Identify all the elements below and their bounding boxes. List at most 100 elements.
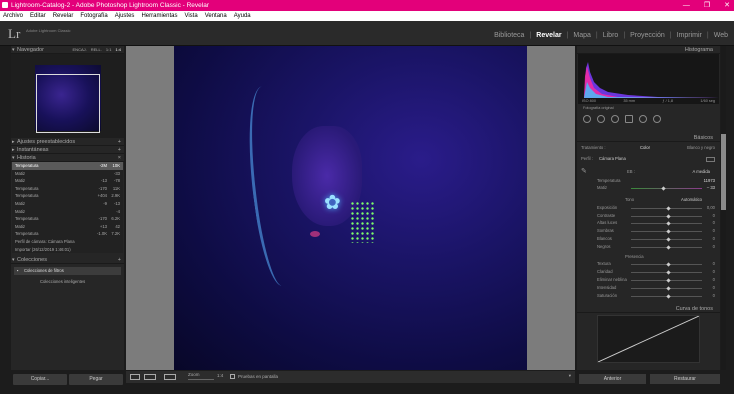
history-row[interactable]: Matiz -9 -13 [12,199,123,208]
maximize-button[interactable]: ❐ [704,0,710,11]
add-preset-icon[interactable]: + [118,138,121,146]
history-row[interactable]: Temperatura -170 6.2K [12,215,123,223]
wb-eyedropper-icon[interactable]: ✎ [581,168,587,175]
history-row[interactable]: Matiz -13 -78 [12,177,123,185]
clear-history-icon[interactable]: × [118,154,121,162]
history-row[interactable]: Matiz -4 [12,207,123,216]
adjustment-slider[interactable] [631,293,702,299]
tone-auto-button[interactable]: Automático [681,197,702,204]
wb-select[interactable]: A medida [693,169,710,176]
adjustment-value[interactable]: 0 [713,293,715,300]
adjustment-value[interactable]: 0 [713,213,715,220]
navigator-viewport-box[interactable] [36,74,100,133]
slider-knob[interactable] [665,206,671,211]
adjustment-value[interactable]: 0 [713,277,715,284]
snapshots-header[interactable]: ▸ Instantáneas + [11,146,124,154]
close-button[interactable]: ✕ [724,0,730,11]
before-after-icon[interactable] [144,374,156,380]
history-row[interactable]: Matiz -33 [12,169,123,178]
slider-knob[interactable] [665,213,671,219]
histogram-header[interactable]: Histograma [577,46,720,54]
zoom-fill[interactable]: RELL. [91,46,102,54]
tint-value[interactable]: – 33 [707,185,715,192]
tint-slider-knob[interactable] [661,186,666,191]
module-mapa[interactable]: Mapa [573,32,591,39]
add-snapshot-icon[interactable]: + [118,146,121,154]
adjustment-value[interactable]: 0 [713,236,715,243]
adjustment-slider[interactable] [631,286,702,291]
slider-knob[interactable] [665,262,671,267]
red-eye-icon[interactable] [611,115,619,123]
adjustment-brush-icon[interactable] [653,115,661,123]
reset-button[interactable]: Restaurar [650,374,720,384]
adjustment-value[interactable]: 0 [713,244,715,251]
slider-knob[interactable] [665,286,671,291]
tone-curve-graph[interactable] [597,315,700,364]
slider-knob[interactable] [665,229,671,234]
history-row[interactable]: Matiz +13 42 [12,222,123,231]
toolbar-menu-icon[interactable]: ▾ [569,373,571,379]
collection-smart[interactable]: Colecciones inteligentes [14,278,121,286]
spot-removal-icon[interactable] [597,115,605,123]
history-row[interactable]: Temperatura -170 11K [12,184,123,193]
adjustment-slider[interactable] [631,229,702,234]
temperature-value[interactable]: 11973 [704,178,715,185]
history-row[interactable]: Importar (26/12/2019 1:46:01) [12,245,123,254]
treatment-color[interactable]: Color [640,145,650,152]
presets-header[interactable]: ▸ Ajustes preestablecidos + [11,138,124,146]
slider-knob[interactable] [665,270,671,275]
navigator-preview[interactable] [11,54,124,138]
module-biblioteca[interactable]: Biblioteca [494,32,524,39]
history-row[interactable]: Temperatura +404 2.9K [12,192,123,200]
module-web[interactable]: Web [714,32,728,39]
slider-knob[interactable] [665,221,671,226]
module-proyeccion[interactable]: Proyección [630,32,665,39]
slider-knob[interactable] [665,278,671,283]
adjustment-slider[interactable] [631,237,702,242]
adjustment-slider[interactable] [631,213,702,219]
treatment-bw[interactable]: Blanco y negro [687,145,715,152]
slider-knob[interactable] [665,237,671,242]
adjustment-value[interactable]: 0 [713,285,715,292]
history-row[interactable]: Temperatura -1.0K 7.2K [12,230,123,238]
crop-tool-icon[interactable] [583,115,591,123]
history-header[interactable]: ▾ Historia × [11,154,124,162]
loupe-view-icon[interactable] [130,374,140,380]
adjustment-slider[interactable] [631,245,702,250]
paste-button[interactable]: Pegar [69,374,123,385]
menu-editar[interactable]: Editar [30,11,46,21]
adjustment-slider[interactable] [631,278,702,283]
menu-ventana[interactable]: Ventana [205,11,227,21]
tint-slider[interactable] [631,186,702,191]
history-row[interactable]: Temperatura -2M 10K [12,162,123,170]
adjustment-slider[interactable] [631,221,702,226]
menu-fotografia[interactable]: Fotografía [80,11,107,21]
adjustment-slider[interactable] [631,206,702,211]
radial-filter-icon[interactable] [639,115,647,123]
right-panel-scrollbar[interactable] [721,46,726,370]
module-libro[interactable]: Libro [603,32,619,39]
menu-archivo[interactable]: Archivo [3,11,23,21]
collections-header[interactable]: ▾ Colecciones + [11,256,124,265]
before-after-swap-icon[interactable] [164,374,176,380]
navigator-header[interactable]: ▾ Navegador ENCAJ. RELL. 1:1 1:4 [11,46,124,54]
menu-herramientas[interactable]: Herramientas [141,11,177,21]
photo[interactable]: ✿ [174,46,527,370]
adjustment-value[interactable]: 0 [713,228,715,235]
menu-vista[interactable]: Vista [184,11,197,21]
add-collection-icon[interactable]: + [118,256,121,264]
copy-button[interactable]: Copiar... [13,374,67,385]
zoom-1-1[interactable]: 1:1 [106,46,112,54]
graduated-filter-icon[interactable] [625,115,633,123]
collection-filters[interactable]: ▪ Colecciones de filtros [14,267,121,276]
module-revelar[interactable]: Revelar [536,32,561,39]
adjustment-value[interactable]: 0 [713,261,715,268]
tone-curve-header[interactable]: Curva de tonos [577,305,720,314]
histogram[interactable]: ISO 800 35 mm ƒ / 1,8 1/60 seg [578,54,719,104]
adjustment-slider[interactable] [631,262,702,267]
basic-header[interactable]: Básicos [577,134,720,142]
adjustment-value[interactable]: 0 [713,269,715,276]
previous-button[interactable]: Anterior [579,374,646,384]
adjustment-slider[interactable] [631,270,702,275]
image-canvas[interactable]: ✿ [126,46,575,370]
